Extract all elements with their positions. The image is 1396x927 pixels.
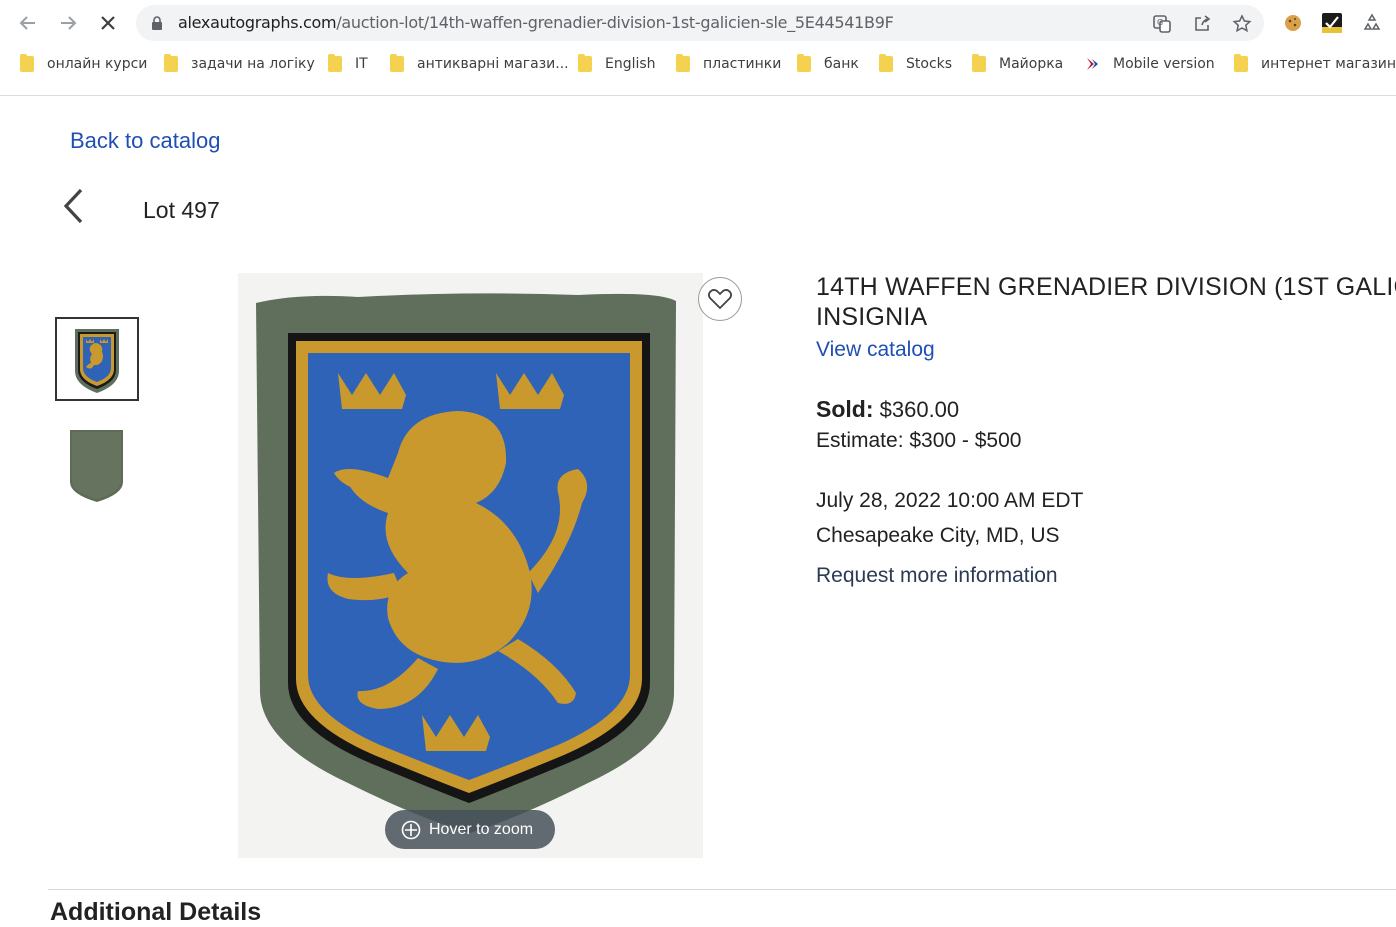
main-lot-image[interactable]: Hover to zoom — [238, 273, 703, 858]
folder-icon — [578, 54, 592, 72]
translate-icon[interactable]: G — [1151, 13, 1173, 35]
bookmark-item[interactable]: English — [578, 54, 656, 74]
thumbnail-front[interactable] — [55, 317, 139, 401]
hover-to-zoom-button[interactable]: Hover to zoom — [385, 810, 555, 849]
bookmarks-bar: онлайн курси задачи на логіку IT антиква… — [0, 46, 1396, 82]
folder-icon — [1234, 54, 1248, 72]
auction-date: July 28, 2022 10:00 AM EDT — [816, 489, 1084, 512]
lot-title: 14TH WAFFEN GRENADIER DIVISION (1ST GALI… — [816, 273, 1396, 331]
request-more-information-link[interactable]: Request more information — [816, 564, 1058, 588]
back-arrow-icon[interactable] — [14, 9, 42, 37]
bookmark-item[interactable]: интернет магазини — [1234, 54, 1396, 74]
lot-number: Lot 497 — [143, 197, 220, 223]
folder-icon — [20, 54, 34, 72]
folder-icon — [164, 54, 178, 72]
additional-details-heading: Additional Details — [50, 898, 262, 926]
bookmark-item[interactable]: Stocks — [879, 54, 952, 74]
back-to-catalog-link[interactable]: Back to catalog — [70, 128, 220, 154]
forward-arrow-icon[interactable] — [54, 9, 82, 37]
estimate: Estimate: $300 - $500 — [816, 429, 1022, 452]
view-catalog-link[interactable]: View catalog — [816, 338, 935, 362]
task-extension-icon[interactable] — [1321, 12, 1343, 34]
recycle-extension-icon[interactable] — [1361, 12, 1383, 34]
bookmark-item[interactable]: IT — [328, 54, 368, 74]
bookmark-item[interactable]: Mobile version — [1085, 54, 1215, 74]
heart-icon — [707, 289, 733, 310]
bookmark-item[interactable]: Майорка — [972, 54, 1063, 74]
zoom-icon — [401, 820, 421, 839]
bookmark-item[interactable]: пластинки — [676, 54, 781, 74]
folder-icon — [328, 54, 342, 72]
address-bar[interactable]: alexautographs.com/auction-lot/14th-waff… — [136, 5, 1264, 41]
url-text: alexautographs.com/auction-lot/14th-waff… — [178, 13, 894, 32]
bookmark-item[interactable]: банк — [797, 54, 859, 74]
bookmark-star-icon[interactable] — [1231, 13, 1253, 35]
previous-lot-chevron-icon[interactable] — [60, 187, 90, 225]
share-icon[interactable] — [1191, 13, 1213, 35]
folder-icon — [972, 54, 986, 72]
svg-text:G: G — [1157, 18, 1163, 27]
folder-icon — [390, 54, 404, 72]
cookie-extension-icon[interactable] — [1282, 12, 1304, 34]
folder-icon — [879, 54, 893, 72]
hover-to-zoom-label: Hover to zoom — [429, 820, 534, 838]
airline-logo-icon — [1085, 56, 1101, 72]
lock-icon — [151, 16, 163, 35]
browser-toolbar: alexautographs.com/auction-lot/14th-waff… — [0, 0, 1396, 46]
sold-price: Sold: $360.00 — [816, 396, 960, 422]
bookmark-item[interactable]: антикварні магази... — [390, 54, 569, 74]
folder-icon — [797, 54, 811, 72]
folder-icon — [676, 54, 690, 72]
auction-location: Chesapeake City, MD, US — [816, 524, 1060, 547]
thumbnail-back[interactable] — [55, 422, 139, 506]
stop-loading-icon[interactable] — [94, 9, 122, 37]
browser-divider — [0, 95, 1396, 96]
bookmark-item[interactable]: онлайн курси — [20, 54, 147, 74]
section-divider — [48, 889, 1396, 890]
favorite-button[interactable] — [698, 277, 742, 321]
bookmark-item[interactable]: задачи на логіку — [164, 54, 315, 74]
